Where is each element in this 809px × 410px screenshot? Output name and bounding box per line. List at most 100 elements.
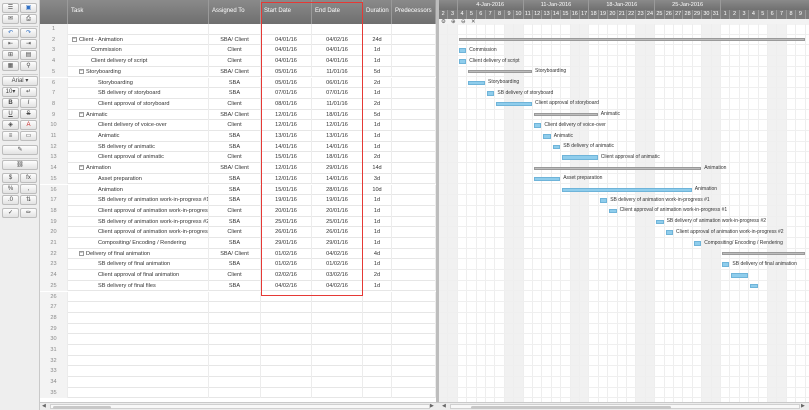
table-row[interactable]: 33 bbox=[40, 366, 436, 378]
num-cell[interactable]: 9 bbox=[40, 109, 68, 121]
filter-icon[interactable]: ⚲ bbox=[20, 61, 37, 71]
start-cell[interactable] bbox=[261, 345, 312, 356]
grid-horizontal-scrollbar[interactable] bbox=[50, 404, 430, 409]
end-cell[interactable]: 04/02/16 bbox=[312, 280, 363, 292]
predecessors-cell[interactable] bbox=[392, 205, 436, 217]
table-row[interactable]: 10 Client delivery of voice-over Client 12/… bbox=[40, 120, 436, 131]
num-cell[interactable]: 27 bbox=[40, 302, 68, 313]
task-cell[interactable]: Client approval of animatic bbox=[68, 152, 209, 164]
start-cell[interactable]: 04/01/16 bbox=[261, 56, 312, 67]
duration-cell[interactable]: 1d bbox=[363, 120, 392, 131]
scroll-right-icon[interactable]: ▶ bbox=[430, 403, 434, 410]
collapse-toggle-icon[interactable]: − bbox=[72, 36, 77, 42]
task-cell[interactable]: Client approval of final animation bbox=[68, 270, 209, 281]
assigned-cell[interactable]: Client bbox=[209, 152, 261, 164]
table-row[interactable]: 27 bbox=[40, 302, 436, 313]
task-bar[interactable] bbox=[722, 262, 730, 267]
num-cell[interactable]: 10 bbox=[40, 120, 68, 131]
end-cell[interactable]: 12/01/16 bbox=[312, 120, 363, 131]
duration-cell[interactable]: 14d bbox=[363, 163, 392, 174]
font-family-select[interactable]: Arial ▾ bbox=[2, 76, 38, 86]
predecessors-cell[interactable] bbox=[392, 173, 436, 185]
predecessors-cell[interactable] bbox=[392, 195, 436, 206]
num-cell[interactable]: 24 bbox=[40, 270, 68, 281]
table-row[interactable]: 29 bbox=[40, 323, 436, 335]
num-cell[interactable]: 28 bbox=[40, 312, 68, 324]
table-row[interactable]: 28 bbox=[40, 312, 436, 324]
predecessors-cell[interactable] bbox=[392, 377, 436, 388]
num-cell[interactable]: 12 bbox=[40, 141, 68, 153]
duration-cell[interactable] bbox=[363, 377, 392, 388]
table-row[interactable]: 24 Client approval of final animation Clie… bbox=[40, 270, 436, 281]
assigned-cell[interactable] bbox=[209, 291, 261, 303]
assigned-cell[interactable]: Client bbox=[209, 56, 261, 67]
underline-button[interactable]: U bbox=[2, 109, 19, 119]
assigned-cell[interactable] bbox=[209, 345, 261, 356]
end-cell[interactable] bbox=[312, 366, 363, 378]
start-cell[interactable]: 05/01/16 bbox=[261, 77, 312, 89]
table-row[interactable]: 12 SB delivery of animatic SBA 14/01/16 14/0… bbox=[40, 141, 436, 153]
assigned-cell[interactable] bbox=[209, 387, 261, 399]
start-cell[interactable]: 25/01/16 bbox=[261, 216, 312, 228]
duration-cell[interactable]: 1d bbox=[363, 238, 392, 249]
table-row[interactable]: 21 Compositing/ Encoding / Rendering SBA 29… bbox=[40, 238, 436, 249]
task-cell[interactable]: − Client - Animation bbox=[68, 34, 209, 46]
start-cell[interactable]: 12/01/16 bbox=[261, 173, 312, 185]
task-bar[interactable] bbox=[468, 80, 485, 85]
start-cell[interactable]: 26/01/16 bbox=[261, 227, 312, 238]
gantt-scroll-thumb[interactable] bbox=[471, 406, 671, 409]
duration-cell[interactable]: 1d bbox=[363, 205, 392, 217]
text-color-button[interactable]: A bbox=[20, 120, 37, 130]
task-cell[interactable]: Asset preparation bbox=[68, 173, 209, 185]
num-cell[interactable]: 4 bbox=[40, 56, 68, 67]
table-row[interactable]: 4 Client delivery of script Client 04/01/16… bbox=[40, 56, 436, 67]
duration-cell[interactable]: 1d bbox=[363, 45, 392, 57]
collapse-toggle-icon[interactable]: − bbox=[79, 250, 84, 256]
num-cell[interactable]: 5 bbox=[40, 66, 68, 78]
end-cell[interactable] bbox=[312, 291, 363, 303]
bold-button[interactable]: B bbox=[2, 98, 19, 108]
duration-cell[interactable] bbox=[363, 291, 392, 303]
task-bar[interactable] bbox=[562, 155, 598, 160]
duration-cell[interactable] bbox=[363, 323, 392, 335]
num-cell[interactable]: 16 bbox=[40, 184, 68, 196]
predecessors-cell[interactable] bbox=[392, 312, 436, 324]
percent-button[interactable]: % bbox=[2, 184, 19, 194]
assigned-cell[interactable]: SBA bbox=[209, 280, 261, 292]
start-cell[interactable] bbox=[261, 302, 312, 313]
gantt-scroll-left-icon[interactable]: ◀ bbox=[442, 403, 446, 410]
task-cell[interactable] bbox=[68, 355, 209, 367]
duration-cell[interactable] bbox=[363, 355, 392, 367]
indent-icon[interactable]: ⇥ bbox=[20, 39, 37, 49]
gantt-scroll-right-icon[interactable]: ▶ bbox=[801, 403, 805, 410]
end-cell[interactable]: 07/01/16 bbox=[312, 88, 363, 99]
duration-cell[interactable] bbox=[363, 387, 392, 399]
assigned-cell[interactable] bbox=[209, 323, 261, 335]
end-cell[interactable]: 06/01/16 bbox=[312, 77, 363, 89]
task-cell[interactable]: − Delivery of final animation bbox=[68, 248, 209, 260]
predecessors-cell[interactable] bbox=[392, 302, 436, 313]
table-row[interactable]: 5− Storyboarding SBA/ Client 05/01/16 11/01/… bbox=[40, 66, 436, 78]
predecessors-cell[interactable] bbox=[392, 98, 436, 110]
task-bar[interactable] bbox=[665, 230, 673, 235]
assigned-cell[interactable]: SBA/ Client bbox=[209, 66, 261, 78]
start-cell[interactable] bbox=[261, 323, 312, 335]
task-cell[interactable] bbox=[68, 377, 209, 388]
assigned-cell[interactable]: SBA bbox=[209, 195, 261, 206]
print-icon[interactable]: ⎙ bbox=[20, 14, 37, 24]
task-cell[interactable] bbox=[68, 312, 209, 324]
task-cell[interactable] bbox=[68, 366, 209, 378]
start-cell[interactable] bbox=[261, 387, 312, 399]
predecessors-cell[interactable] bbox=[392, 141, 436, 153]
end-cell[interactable] bbox=[312, 24, 363, 35]
task-cell[interactable]: Client approval of animation work-in-pro… bbox=[68, 227, 209, 238]
scroll-left-icon[interactable]: ◀ bbox=[42, 403, 46, 410]
end-cell[interactable]: 04/01/16 bbox=[312, 45, 363, 57]
task-cell[interactable] bbox=[68, 387, 209, 399]
start-cell[interactable]: 07/01/16 bbox=[261, 88, 312, 99]
duration-cell[interactable] bbox=[363, 345, 392, 356]
task-cell[interactable]: Animatic bbox=[68, 131, 209, 142]
summary-bar[interactable] bbox=[722, 252, 805, 256]
duration-cell[interactable]: 1d bbox=[363, 88, 392, 99]
start-cell[interactable]: 04/02/16 bbox=[261, 280, 312, 292]
